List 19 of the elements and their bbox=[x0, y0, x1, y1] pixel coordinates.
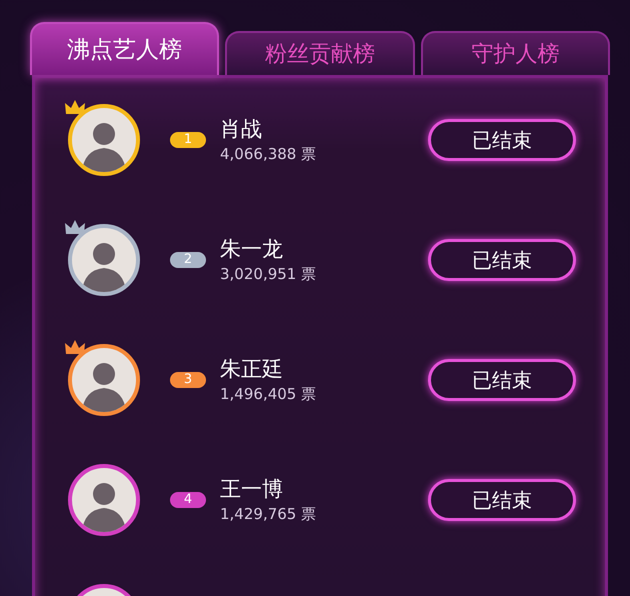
rank-badge: 2 bbox=[170, 252, 206, 268]
vote-count: 4,066,388 票 bbox=[220, 144, 318, 164]
rank-badge: 4 bbox=[170, 492, 206, 508]
rank-badge: 3 bbox=[170, 372, 206, 388]
tab[interactable]: 沸点艺人榜 bbox=[30, 22, 220, 75]
ended-button[interactable]: 已结束 bbox=[428, 359, 576, 401]
rank-badge: 1 bbox=[170, 132, 206, 148]
ended-button[interactable]: 已结束 bbox=[428, 119, 576, 161]
artist-name: 王一博 bbox=[220, 476, 284, 502]
tab[interactable]: 粉丝贡献榜 bbox=[225, 31, 415, 75]
ended-button[interactable]: 已结束 bbox=[428, 239, 576, 281]
artist-name: 肖战 bbox=[220, 116, 263, 142]
tab[interactable]: 守护人榜 bbox=[420, 31, 610, 75]
vote-count: 1,429,765 票 bbox=[220, 504, 318, 524]
vote-count: 3,020,951 票 bbox=[220, 264, 318, 284]
vote-count: 1,496,405 票 bbox=[220, 384, 318, 404]
ended-button[interactable]: 已结束 bbox=[428, 479, 576, 521]
artist-name: 朱一龙 bbox=[220, 236, 284, 262]
artist-name: 朱正廷 bbox=[220, 356, 284, 382]
